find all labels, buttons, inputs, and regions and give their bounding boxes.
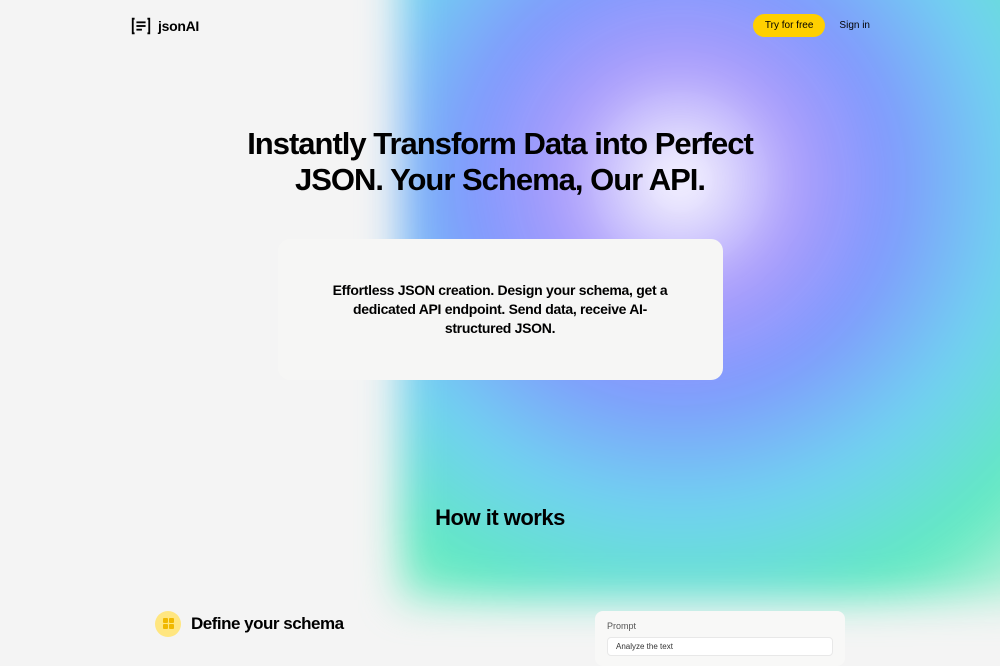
how-section: Define your schema Prompt — [0, 611, 1000, 666]
hero-title-line1: Instantly Transform Data into Perfect — [247, 126, 753, 161]
logo-text: jsonAI — [158, 18, 199, 34]
logo[interactable]: jsonAI — [130, 15, 199, 37]
hero-title-line2: JSON. Your Schema, Our API. — [295, 162, 705, 197]
signin-button[interactable]: Sign in — [839, 20, 870, 31]
try-for-free-button[interactable]: Try for free — [753, 14, 826, 37]
how-left-column: Define your schema — [155, 611, 545, 637]
hero-title: Instantly Transform Data into Perfect JS… — [0, 126, 1000, 197]
prompt-input[interactable] — [607, 637, 833, 656]
logo-icon — [130, 15, 152, 37]
header: jsonAI Try for free Sign in — [0, 0, 1000, 51]
header-actions: Try for free Sign in — [753, 14, 870, 37]
step-title: Define your schema — [191, 614, 344, 634]
hero-card: Effortless JSON creation. Design your sc… — [278, 239, 723, 380]
prompt-label: Prompt — [607, 621, 833, 631]
grid-icon — [155, 611, 181, 637]
hero-card-text: Effortless JSON creation. Design your sc… — [328, 281, 673, 338]
schema-panel: Prompt — [595, 611, 845, 666]
hero-section: Instantly Transform Data into Perfect JS… — [0, 126, 1000, 380]
how-it-works-title: How it works — [0, 505, 1000, 531]
step-header: Define your schema — [155, 611, 545, 637]
